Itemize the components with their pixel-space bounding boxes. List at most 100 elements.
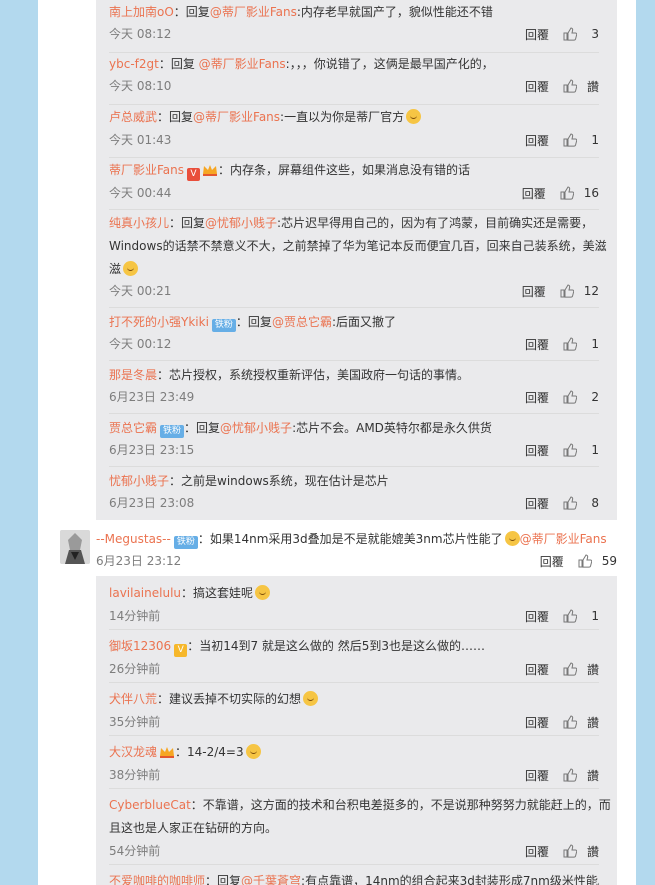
thumbs-up-icon[interactable] xyxy=(563,337,577,351)
reply-button[interactable]: 回覆 xyxy=(525,495,549,512)
v-badge-icon: V xyxy=(174,644,188,657)
reply-actions: 回覆 2 xyxy=(525,389,599,405)
thumbs-up-icon[interactable] xyxy=(563,133,577,147)
reply-author[interactable]: 打不死的小强Ykiki xyxy=(109,315,209,329)
reply-time: 今天 01:43 xyxy=(109,133,172,147)
thumbs-up-icon[interactable] xyxy=(563,79,577,93)
list-item: 打不死的小强Ykiki 铁粉 ：回复@贾总它霸:后面又撤了 今天 00:12 回覆 … xyxy=(109,307,599,361)
reply-author[interactable]: ybc-f2gt xyxy=(109,57,159,71)
reply-button[interactable]: 回覆 xyxy=(540,553,564,570)
list-item: 忧郁小贱子：之前是windows系统，现在估计是芯片 6月23日 23:08 回… xyxy=(109,474,599,512)
reply-time: 今天 08:12 xyxy=(109,27,172,41)
reply-time: 6月23日 23:49 xyxy=(109,390,195,404)
avatar-image xyxy=(60,530,90,564)
reply-button[interactable]: 回覆 xyxy=(522,185,546,202)
reply-actions: 回覆 讚 xyxy=(525,767,599,783)
thumbs-up-icon[interactable] xyxy=(563,768,577,782)
thumbs-up-icon[interactable] xyxy=(563,662,577,676)
like-count: 1 xyxy=(591,443,599,457)
reply-time: 今天 00:44 xyxy=(109,186,172,200)
reply-button[interactable]: 回覆 xyxy=(525,389,549,406)
reply-thread-1: 南上加南oO：回复@蒂厂影业Fans:内存老早就国产了，貌似性能还不错 今天 0… xyxy=(96,0,617,520)
reply-author[interactable]: CyberblueCat xyxy=(109,798,191,812)
v-badge-icon: V xyxy=(187,168,201,181)
smile-emoji-icon xyxy=(303,691,319,706)
list-item: 蒂厂影业Fans V ：内存条，屏幕组件这些，如果消息没有错的话 今天 00:44 … xyxy=(109,157,599,210)
reply-author[interactable]: lavilainelulu xyxy=(109,586,181,600)
reply-author[interactable]: 贾总它霸 xyxy=(109,421,157,435)
crown-icon xyxy=(203,165,218,176)
thumbs-up-icon[interactable] xyxy=(563,27,577,41)
like-count: 讚 xyxy=(586,844,599,859)
reply-time: 今天 08:10 xyxy=(109,79,172,93)
fan-badge: 铁粉 xyxy=(173,536,198,549)
reply-button[interactable]: 回覆 xyxy=(525,442,549,459)
list-item: 南上加南oO：回复@蒂厂影业Fans:内存老早就国产了，貌似性能还不错 今天 0… xyxy=(109,0,599,53)
reply-actions: 回覆 12 xyxy=(522,283,599,299)
reply-author[interactable]: 不爱咖啡的咖啡师 xyxy=(109,874,205,885)
reply-author[interactable]: 卢总威武 xyxy=(109,110,157,124)
reply-actions: 回覆 16 xyxy=(522,185,599,201)
reply-time: 38分钟前 xyxy=(109,768,161,782)
mention-link[interactable]: @贾总它霸 xyxy=(272,315,332,329)
mention-link[interactable]: @蒂厂影业Fans xyxy=(193,110,280,124)
reply-actions: 回覆 1 xyxy=(525,132,599,148)
reply-button[interactable]: 回覆 xyxy=(525,78,549,95)
like-count: 1 xyxy=(591,133,599,147)
smile-emoji-icon xyxy=(123,261,139,276)
reply-button[interactable]: 回覆 xyxy=(525,26,549,43)
reply-author[interactable]: 那是冬晨 xyxy=(109,368,157,382)
reply-time: 35分钟前 xyxy=(109,715,161,729)
reply-button[interactable]: 回覆 xyxy=(525,132,549,149)
thumbs-up-icon[interactable] xyxy=(563,390,577,404)
reply-author[interactable]: 御坂12306 xyxy=(109,639,171,653)
reply-button[interactable]: 回覆 xyxy=(525,767,549,784)
mention-link[interactable]: @蒂厂影业Fans xyxy=(210,5,297,19)
list-item: ybc-f2gt：回复 @蒂厂影业Fans:，，，你说错了，这俩是最早国产化的，… xyxy=(109,52,599,105)
thumbs-up-icon[interactable] xyxy=(563,609,577,623)
reply-actions: 回覆 1 xyxy=(525,442,599,458)
reply-author[interactable]: 蒂厂影业Fans xyxy=(109,163,184,177)
like-count: 讚 xyxy=(586,79,599,94)
comment-author[interactable]: --Megustas-- xyxy=(96,532,171,546)
reply-author[interactable]: 犬伴八荒 xyxy=(109,692,157,706)
fan-badge: 铁粉 xyxy=(211,319,236,332)
thumbs-up-icon[interactable] xyxy=(563,443,577,457)
list-item: 不爱咖啡的咖啡师：回复@千葉蒼穹:有点靠谱，14nm的组合起来3d封装形成7nm… xyxy=(109,864,599,885)
thumbs-up-icon[interactable] xyxy=(563,496,577,510)
thumbs-up-icon[interactable] xyxy=(563,844,577,858)
thumbs-up-icon[interactable] xyxy=(560,186,574,200)
reply-button[interactable]: 回覆 xyxy=(522,283,546,300)
mention-link[interactable]: @蒂厂影业Fans xyxy=(520,532,607,546)
thumbs-up-icon[interactable] xyxy=(578,554,592,568)
reply-button[interactable]: 回覆 xyxy=(525,843,549,860)
fan-badge: 铁粉 xyxy=(160,425,185,438)
reply-button[interactable]: 回覆 xyxy=(525,661,549,678)
mention-link[interactable]: @千葉蒼穹 xyxy=(241,874,301,885)
reply-actions: 回覆 讚 xyxy=(525,78,599,94)
like-count: 3 xyxy=(591,27,599,41)
mention-link[interactable]: @忧郁小贱子 xyxy=(205,216,277,230)
thumbs-up-icon[interactable] xyxy=(560,284,574,298)
reply-author[interactable]: 忧郁小贱子 xyxy=(109,474,169,488)
reply-actions: 回覆 讚 xyxy=(525,661,599,677)
reply-time: 54分钟前 xyxy=(109,844,161,858)
like-count: 2 xyxy=(591,390,599,404)
like-count: 讚 xyxy=(586,662,599,677)
thumbs-up-icon[interactable] xyxy=(563,715,577,729)
reply-author[interactable]: 纯真小孩儿 xyxy=(109,216,169,230)
reply-time: 今天 00:12 xyxy=(109,337,172,351)
list-item: 卢总威武：回复@蒂厂影业Fans:一直以为你是蒂厂官方 今天 01:43 回覆 … xyxy=(109,104,599,158)
main-comment: --Megustas-- 铁粉 ：如果14nm采用3d叠加是不是就能媲美3nm芯片性… xyxy=(96,531,607,549)
avatar[interactable] xyxy=(60,530,90,564)
reply-thread-2: lavilainelulu：搞这套娃呢 14分钟前 回覆 1 御坂12306 V：… xyxy=(96,576,617,885)
mention-link[interactable]: @蒂厂影业Fans xyxy=(199,57,286,71)
reply-author[interactable]: 南上加南oO xyxy=(109,5,174,19)
reply-actions: 回覆 讚 xyxy=(525,714,599,730)
reply-button[interactable]: 回覆 xyxy=(525,336,549,353)
mention-link[interactable]: @忧郁小贱子 xyxy=(220,421,292,435)
list-item: CyberblueCat：不靠谱，这方面的技术和台积电差挺多的，不是说那种努努力… xyxy=(109,788,611,865)
reply-button[interactable]: 回覆 xyxy=(525,608,549,625)
reply-author[interactable]: 大汉龙魂 xyxy=(109,745,157,759)
reply-button[interactable]: 回覆 xyxy=(525,714,549,731)
